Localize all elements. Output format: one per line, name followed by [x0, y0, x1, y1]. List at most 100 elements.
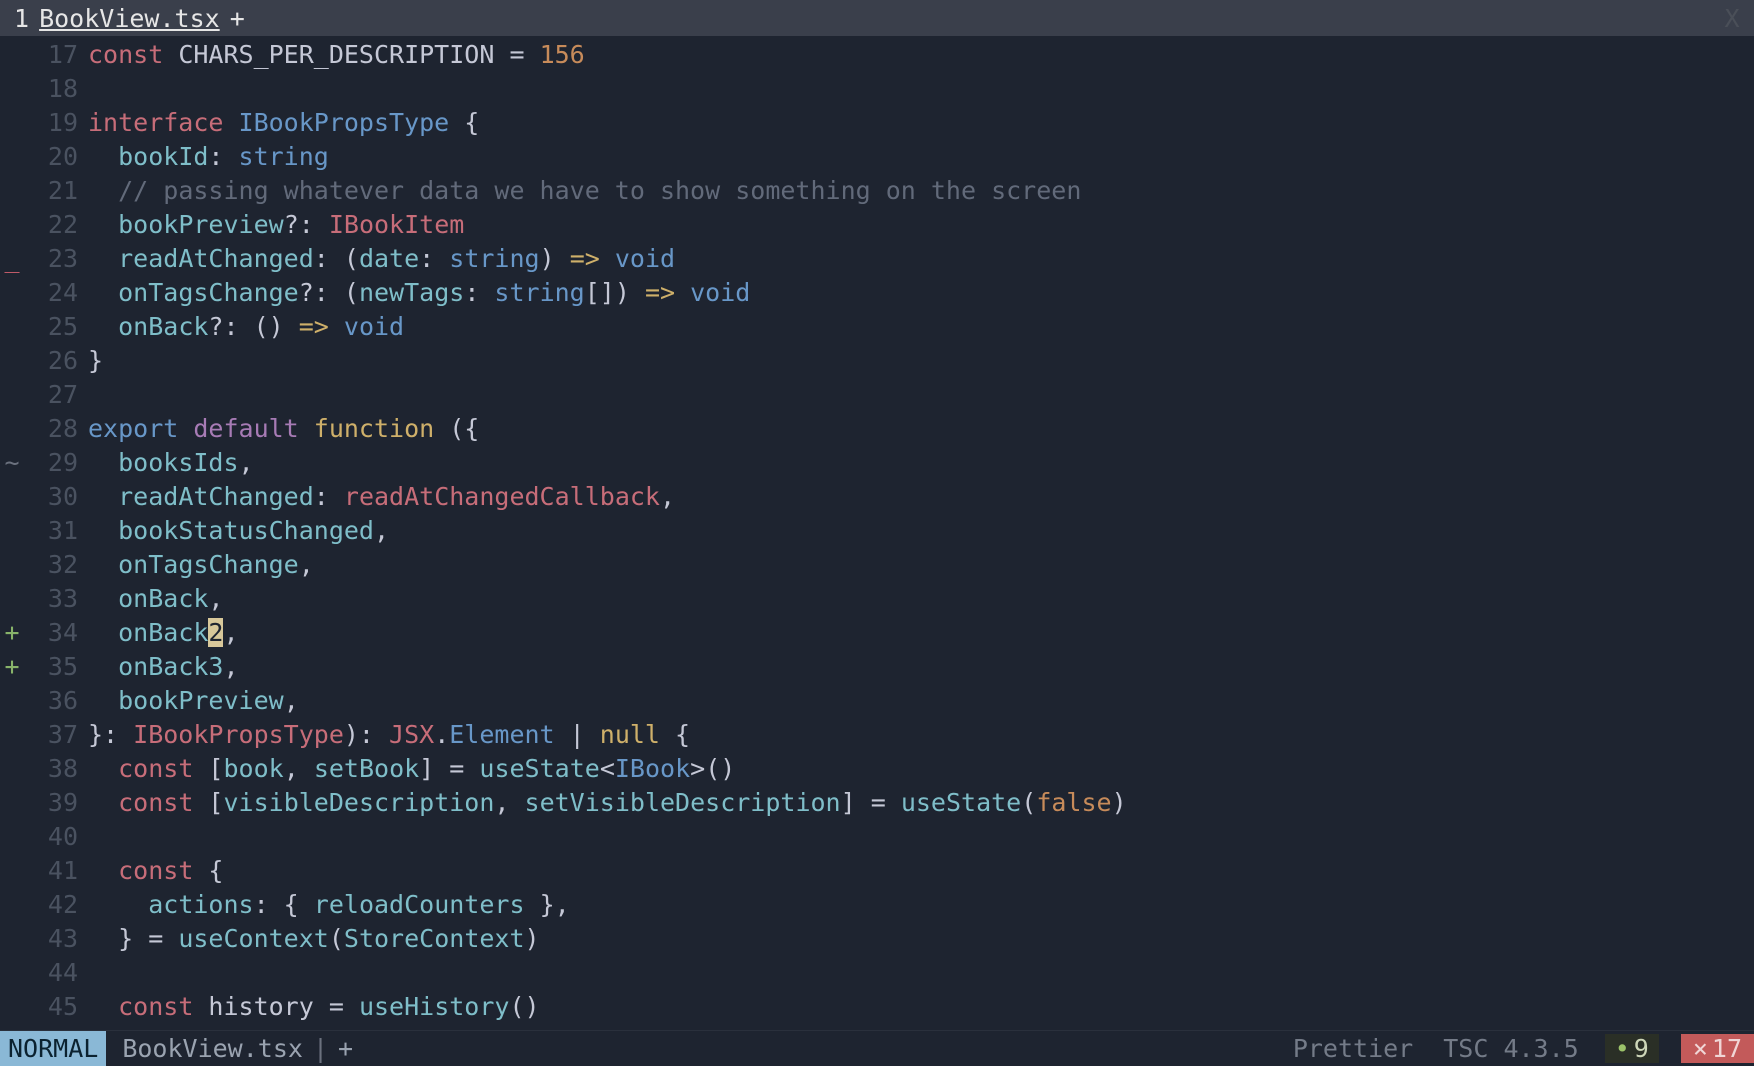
- gutter-sign: [0, 890, 24, 919]
- code-content: }: IBookPropsType): JSX.Element | null {: [88, 720, 690, 749]
- code-content: // passing whatever data we have to show…: [88, 176, 1081, 205]
- code-content: readAtChanged: readAtChangedCallback,: [88, 482, 675, 511]
- line-number: 35: [24, 652, 88, 681]
- gutter-sign: [0, 142, 24, 171]
- code-content: interface IBookPropsType {: [88, 108, 479, 137]
- code-line[interactable]: 17const CHARS_PER_DESCRIPTION = 156: [0, 40, 1754, 74]
- code-line[interactable]: 36 bookPreview,: [0, 686, 1754, 720]
- tab-bookview[interactable]: 1 BookView.tsx +: [6, 0, 253, 36]
- gutter-sign: [0, 516, 24, 545]
- code-content: onTagsChange,: [88, 550, 314, 579]
- gutter-sign: [0, 924, 24, 953]
- code-content: const [book, setBook] = useState<IBook>(…: [88, 754, 735, 783]
- code-line[interactable]: 43 } = useContext(StoreContext): [0, 924, 1754, 958]
- code-line[interactable]: 37}: IBookPropsType): JSX.Element | null…: [0, 720, 1754, 754]
- code-line[interactable]: 33 onBack,: [0, 584, 1754, 618]
- code-line[interactable]: 28export default function ({: [0, 414, 1754, 448]
- line-number: 17: [24, 40, 88, 69]
- code-content: bookId: string: [88, 142, 329, 171]
- line-number: 30: [24, 482, 88, 511]
- code-line[interactable]: 30 readAtChanged: readAtChangedCallback,: [0, 482, 1754, 516]
- line-number: 22: [24, 210, 88, 239]
- code-content: const {: [88, 856, 223, 885]
- code-line[interactable]: 44: [0, 958, 1754, 992]
- code-line[interactable]: 41 const {: [0, 856, 1754, 890]
- code-line[interactable]: 19interface IBookPropsType {: [0, 108, 1754, 142]
- line-number: 18: [24, 74, 88, 103]
- gutter-sign: [0, 108, 24, 137]
- tab-modified-indicator: +: [230, 4, 245, 33]
- line-number: 24: [24, 278, 88, 307]
- close-icon[interactable]: X: [1716, 4, 1748, 33]
- status-bar: NORMAL BookView.tsx | + Prettier TSC 4.3…: [0, 1030, 1754, 1066]
- status-errors[interactable]: ×17: [1681, 1034, 1754, 1063]
- code-content: } = useContext(StoreContext): [88, 924, 540, 953]
- gutter-sign: [0, 312, 24, 341]
- gutter-sign: ~: [0, 448, 24, 477]
- code-line[interactable]: 20 bookId: string: [0, 142, 1754, 176]
- status-filename: BookView.tsx | +: [106, 1031, 369, 1066]
- line-number: 37: [24, 720, 88, 749]
- code-content: onBack2,: [88, 618, 239, 647]
- editor-area[interactable]: 17const CHARS_PER_DESCRIPTION = 156 18 1…: [0, 36, 1754, 1030]
- editor-window: 1 BookView.tsx + X 17const CHARS_PER_DES…: [0, 0, 1754, 1066]
- gutter-sign: +: [0, 618, 24, 647]
- statusbar-spacer: [369, 1031, 1289, 1066]
- line-number: 33: [24, 584, 88, 613]
- gutter-sign: _: [0, 244, 24, 273]
- gutter-sign: [0, 992, 24, 1021]
- line-number: 44: [24, 958, 88, 987]
- code-line[interactable]: ~29 booksIds,: [0, 448, 1754, 482]
- line-number: 32: [24, 550, 88, 579]
- code-content: const CHARS_PER_DESCRIPTION = 156: [88, 40, 585, 69]
- status-warnings[interactable]: •9: [1605, 1034, 1659, 1063]
- gutter-sign: [0, 482, 24, 511]
- code-line[interactable]: 27: [0, 380, 1754, 414]
- gutter-sign: [0, 788, 24, 817]
- code-line[interactable]: 22 bookPreview?: IBookItem: [0, 210, 1754, 244]
- line-number: 36: [24, 686, 88, 715]
- code-line[interactable]: 32 onTagsChange,: [0, 550, 1754, 584]
- line-number: 23: [24, 244, 88, 273]
- line-number: 28: [24, 414, 88, 443]
- gutter-sign: [0, 176, 24, 205]
- gutter-sign: [0, 74, 24, 103]
- code-line[interactable]: +34 onBack2,: [0, 618, 1754, 652]
- error-count: 17: [1712, 1034, 1742, 1063]
- tab-index: 1: [14, 4, 29, 33]
- gutter-sign: +: [0, 652, 24, 681]
- gutter-sign: [0, 550, 24, 579]
- code-content: onTagsChange?: (newTags: string[]) => vo…: [88, 278, 750, 307]
- code-line[interactable]: 26}: [0, 346, 1754, 380]
- status-modified-indicator: +: [338, 1034, 353, 1063]
- gutter-sign: [0, 958, 24, 987]
- code-line[interactable]: 40: [0, 822, 1754, 856]
- code-line[interactable]: 38 const [book, setBook] = useState<IBoo…: [0, 754, 1754, 788]
- code-line[interactable]: _23 readAtChanged: (date: string) => voi…: [0, 244, 1754, 278]
- gutter-sign: [0, 40, 24, 69]
- code-line[interactable]: 42 actions: { reloadCounters },: [0, 890, 1754, 924]
- code-content: onBack3,: [88, 652, 239, 681]
- code-content: bookStatusChanged,: [88, 516, 389, 545]
- code-content: onBack?: () => void: [88, 312, 404, 341]
- line-number: 39: [24, 788, 88, 817]
- code-line[interactable]: 24 onTagsChange?: (newTags: string[]) =>…: [0, 278, 1754, 312]
- code-line[interactable]: +35 onBack3,: [0, 652, 1754, 686]
- tab-filename: BookView.tsx: [39, 4, 220, 33]
- line-number: 21: [24, 176, 88, 205]
- line-number: 26: [24, 346, 88, 375]
- tabbar: 1 BookView.tsx + X: [0, 0, 1754, 36]
- line-number: 34: [24, 618, 88, 647]
- line-number: 19: [24, 108, 88, 137]
- code-line[interactable]: 39 const [visibleDescription, setVisible…: [0, 788, 1754, 822]
- error-x-icon: ×: [1693, 1034, 1708, 1063]
- code-content: onBack,: [88, 584, 223, 613]
- gutter-sign: [0, 686, 24, 715]
- code-line[interactable]: 45 const history = useHistory(): [0, 992, 1754, 1026]
- code-line[interactable]: 31 bookStatusChanged,: [0, 516, 1754, 550]
- code-content: const [visibleDescription, setVisibleDes…: [88, 788, 1127, 817]
- code-line[interactable]: 21 // passing whatever data we have to s…: [0, 176, 1754, 210]
- gutter-sign: [0, 856, 24, 885]
- code-line[interactable]: 18: [0, 74, 1754, 108]
- code-line[interactable]: 25 onBack?: () => void: [0, 312, 1754, 346]
